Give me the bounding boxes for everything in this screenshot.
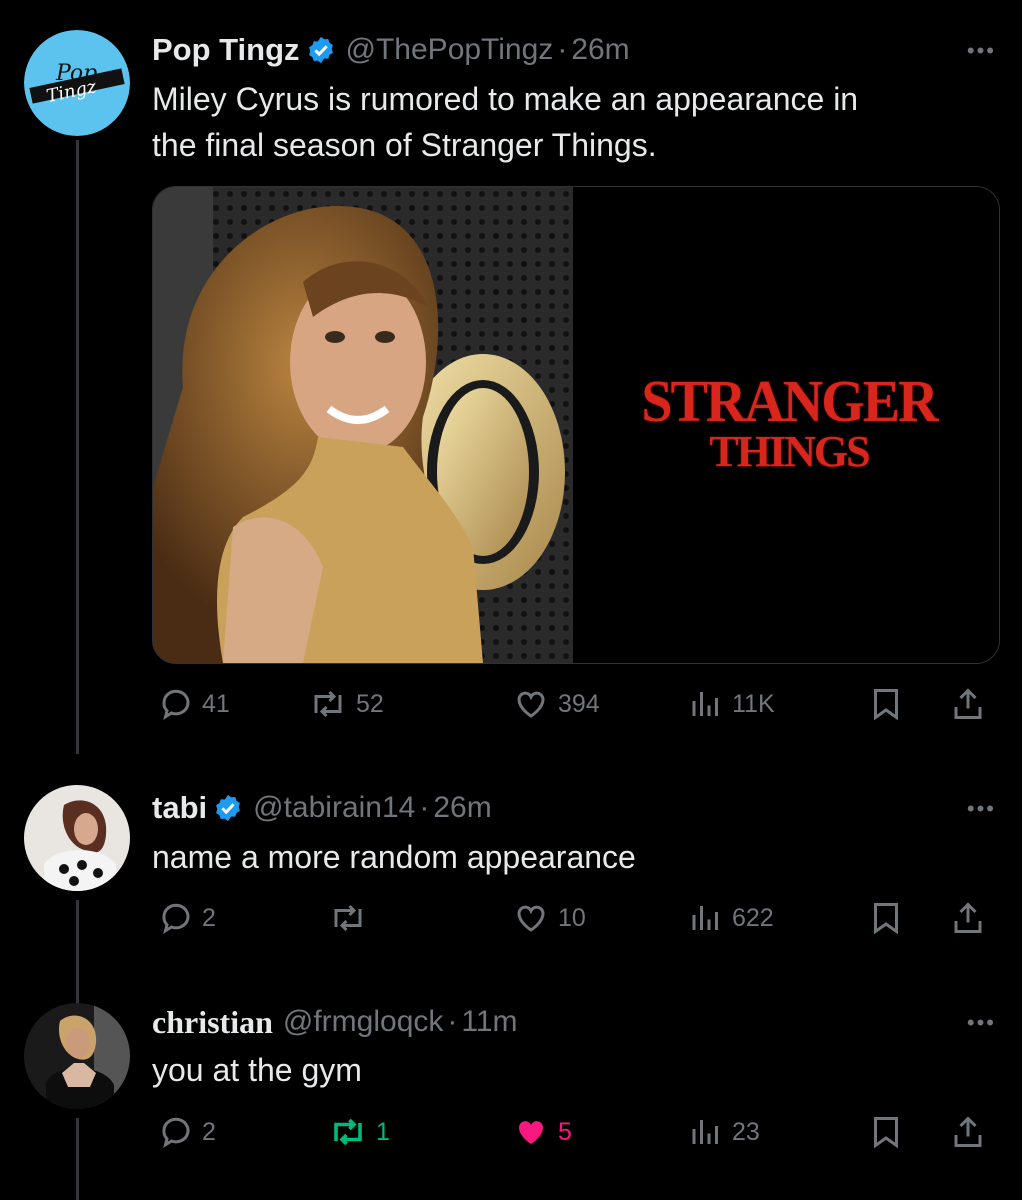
tweet-actions: 2 1 5 23	[152, 1114, 1002, 1154]
timestamp[interactable]: 11m	[461, 1005, 517, 1039]
timestamp[interactable]: 26m	[433, 791, 491, 825]
like-button[interactable]: 394	[512, 686, 600, 722]
reply-button[interactable]: 2	[158, 1114, 216, 1150]
like-count: 394	[558, 689, 600, 718]
reply-count: 41	[202, 689, 230, 718]
repost-button-active[interactable]: 1	[328, 1114, 390, 1150]
stranger-things-logo: STRANGER THINGS	[639, 369, 939, 476]
bookmark-icon	[874, 903, 898, 935]
tweet-text-line: the final season of Stranger Things.	[152, 127, 657, 163]
avatar[interactable]	[24, 1003, 130, 1109]
verified-badge-icon	[308, 36, 333, 64]
repost-icon	[314, 690, 342, 718]
repost-button[interactable]	[328, 900, 376, 936]
tweet-header: tabi @tabirain14 · 26m	[152, 786, 492, 830]
thread-line	[76, 900, 79, 1010]
display-name[interactable]: christian	[152, 1004, 273, 1041]
views-button[interactable]: 11K	[688, 686, 775, 722]
tweet-actions: 41 52 394 11K	[152, 686, 1002, 726]
tweet-text: you at the gym	[152, 1052, 362, 1088]
logo-line: STRANGER	[641, 369, 938, 435]
timestamp[interactable]: 26m	[571, 33, 629, 67]
share-icon	[954, 688, 982, 719]
tweet-text: Miley Cyrus is rumored to make an appear…	[152, 76, 858, 168]
more-options-icon[interactable]: •••	[967, 1010, 996, 1036]
avatar[interactable]	[24, 785, 130, 891]
bookmark-button[interactable]	[868, 1114, 912, 1150]
verified-badge-icon	[216, 794, 240, 822]
tweet-text-line: Miley Cyrus is rumored to make an appear…	[152, 81, 859, 117]
thread-line	[76, 140, 79, 754]
view-count: 23	[732, 1117, 760, 1146]
tweet-header: Pop Tingz @ThePopTingz · 26m	[152, 28, 630, 72]
reply-count: 2	[202, 903, 216, 932]
repost-icon	[334, 904, 362, 932]
user-handle[interactable]: @ThePopTingz	[346, 33, 554, 67]
views-button[interactable]: 622	[688, 900, 774, 936]
separator-dot: ·	[447, 1005, 458, 1038]
like-button-active[interactable]: 5	[512, 1114, 572, 1150]
share-button[interactable]	[950, 900, 994, 936]
reply-icon	[162, 1117, 190, 1148]
heart-icon	[517, 691, 545, 718]
separator-dot: ·	[419, 791, 430, 824]
like-count: 10	[558, 903, 586, 932]
heart-icon	[517, 905, 545, 932]
avatar-photo	[24, 1003, 130, 1109]
display-name[interactable]: Pop Tingz	[152, 32, 300, 68]
tweet-media[interactable]: STRANGER THINGS	[152, 186, 1000, 664]
tweet-text: name a more random appearance	[152, 839, 636, 875]
tweet-actions: 2 10 622	[152, 900, 1002, 940]
user-handle[interactable]: @tabirain14	[253, 791, 415, 825]
bookmark-button[interactable]	[868, 686, 912, 722]
share-button[interactable]	[950, 1114, 994, 1150]
view-count: 11K	[732, 689, 775, 718]
more-options-icon[interactable]: •••	[967, 38, 996, 64]
like-button[interactable]: 10	[512, 900, 586, 936]
repost-icon	[334, 1118, 362, 1146]
reply-button[interactable]: 2	[158, 900, 216, 936]
views-button[interactable]: 23	[688, 1114, 760, 1150]
repost-button[interactable]: 52	[308, 686, 384, 722]
heart-filled-icon	[519, 1121, 543, 1144]
reply-icon	[162, 903, 190, 934]
logo-line: THINGS	[709, 427, 870, 476]
like-count: 5	[558, 1117, 572, 1146]
share-button[interactable]	[950, 686, 994, 722]
share-icon	[954, 902, 982, 933]
display-name[interactable]: tabi	[152, 790, 207, 826]
separator-dot: ·	[557, 33, 568, 66]
bookmark-button[interactable]	[868, 900, 912, 936]
bookmark-icon	[874, 689, 898, 721]
reply-count: 2	[202, 1117, 216, 1146]
share-icon	[954, 1116, 982, 1147]
views-icon	[692, 692, 718, 716]
avatar-logo-image: Pop Tingz	[24, 30, 130, 136]
avatar-photo	[24, 785, 130, 891]
more-options-icon[interactable]: •••	[967, 796, 996, 822]
view-count: 622	[732, 903, 774, 932]
reply-button[interactable]: 41	[158, 686, 230, 722]
bookmark-icon	[874, 1117, 898, 1149]
repost-count: 1	[376, 1117, 390, 1146]
user-handle[interactable]: @frmgloqck	[283, 1005, 444, 1039]
avatar[interactable]: Pop Tingz	[24, 30, 130, 136]
views-icon	[692, 906, 718, 930]
tweet-header: christian @frmgloqck · 11m	[152, 1000, 518, 1044]
repost-count: 52	[356, 689, 384, 718]
views-icon	[692, 1120, 718, 1144]
thread-line	[76, 1118, 79, 1200]
reply-icon	[162, 689, 190, 720]
